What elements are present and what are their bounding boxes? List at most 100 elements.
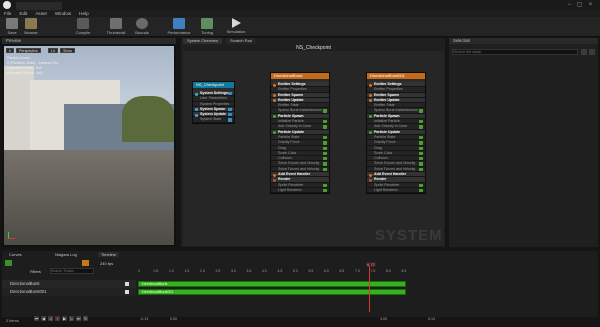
module-label: Light Renderer xyxy=(374,187,398,192)
module-enable-checkbox[interactable] xyxy=(419,141,423,145)
module-enable-checkbox[interactable] xyxy=(419,135,423,140)
time-tick-label: 7.5 xyxy=(370,269,376,273)
module-enable-checkbox[interactable] xyxy=(419,125,423,129)
compile-button[interactable]: Compile xyxy=(72,18,94,35)
tab-timeline[interactable]: Timeline xyxy=(98,252,119,257)
emitter-2-module-row[interactable]: Light Renderer xyxy=(367,187,425,194)
module-enable-checkbox[interactable] xyxy=(228,92,232,96)
thumbnail-button[interactable]: Thumbnail xyxy=(104,18,128,35)
module-label: Emitter State xyxy=(374,103,395,108)
show-button[interactable]: Show xyxy=(60,48,75,53)
items-count: 2 items xyxy=(6,318,19,323)
module-enable-checkbox[interactable] xyxy=(419,146,423,150)
module-enable-checkbox[interactable] xyxy=(323,135,327,140)
emitter-node-1[interactable]: DirectionalBurst Emitter Settings Emitter… xyxy=(270,72,330,195)
module-enable-checkbox[interactable] xyxy=(323,157,327,161)
range-end[interactable]: 5.13 xyxy=(428,317,435,321)
performance-button[interactable]: Performance xyxy=(166,18,192,35)
menu-file[interactable]: File xyxy=(0,11,15,16)
module-label: Solve Forces and Velocity xyxy=(278,161,320,166)
step-forward-icon[interactable]: ▷ xyxy=(69,316,74,321)
emitter-1-module-row[interactable]: Light Renderer xyxy=(271,187,329,194)
stack-search-input[interactable] xyxy=(452,49,578,55)
module-enable-checkbox[interactable] xyxy=(419,188,423,193)
close-button[interactable]: × xyxy=(587,2,594,8)
filters-button[interactable]: Filters xyxy=(30,269,41,274)
module-enable-checkbox[interactable] xyxy=(419,167,423,172)
module-enable-checkbox[interactable] xyxy=(323,167,327,172)
module-enable-checkbox[interactable] xyxy=(419,120,423,124)
system-module-row[interactable]: System State xyxy=(193,117,234,123)
system-node[interactable]: NS_Checkpoint System Settings User Parame… xyxy=(192,81,235,124)
range-in[interactable]: 0.00 xyxy=(170,317,177,321)
module-enable-checkbox[interactable] xyxy=(323,146,327,150)
module-enable-checkbox[interactable] xyxy=(419,183,423,187)
tab-niagara-log[interactable]: Niagara Log xyxy=(52,252,80,257)
menu-window[interactable]: Window xyxy=(51,11,75,16)
filter-icon[interactable] xyxy=(581,49,587,55)
module-enable-checkbox[interactable] xyxy=(323,125,327,129)
maximize-button[interactable]: ▢ xyxy=(576,2,583,8)
performance-label: Performance xyxy=(167,30,191,35)
module-enable-checkbox[interactable] xyxy=(228,107,232,112)
tab-system-overview[interactable]: System Overview xyxy=(183,38,223,44)
play-icon[interactable]: ▶ xyxy=(62,316,67,321)
menu-edit[interactable]: Edit xyxy=(15,11,31,16)
track-2-enable-checkbox[interactable] xyxy=(125,290,129,294)
simulation-button[interactable]: Simulation xyxy=(224,18,248,34)
range-out[interactable]: 4.00 xyxy=(380,317,387,321)
time-tick-label: 0 xyxy=(138,269,140,273)
preview-viewport[interactable]: ▾ Perspective Lit Show Particle Count 0 … xyxy=(4,46,174,245)
module-enable-checkbox[interactable] xyxy=(419,109,423,113)
track-1-enable-checkbox[interactable] xyxy=(125,282,129,286)
module-enable-checkbox[interactable] xyxy=(419,162,423,166)
skip-end-icon[interactable]: ⏭ xyxy=(76,316,81,321)
settings-icon[interactable] xyxy=(589,49,595,55)
module-enable-checkbox[interactable] xyxy=(323,151,327,156)
emitter-node-2[interactable]: DirectionalBurst001 Emitter Settings Emit… xyxy=(366,72,426,195)
browse-button[interactable]: Browse xyxy=(22,18,40,35)
skip-start-icon[interactable]: ⏮ xyxy=(34,316,39,321)
lit-button[interactable]: Lit xyxy=(48,48,58,53)
module-enable-checkbox[interactable] xyxy=(323,188,327,193)
tuning-button[interactable]: Tuning xyxy=(198,18,216,35)
track-bar-2[interactable]: DirectionalBurst001 xyxy=(138,289,406,295)
track-search-input[interactable] xyxy=(50,268,94,274)
bounds-button[interactable]: Bounds xyxy=(132,18,152,35)
loop-icon[interactable]: ↻ xyxy=(83,316,88,321)
minimize-button[interactable]: − xyxy=(566,2,573,8)
playhead-line[interactable] xyxy=(369,266,370,312)
module-enable-checkbox[interactable] xyxy=(323,109,327,113)
tab-scratch-pad[interactable]: Scratch Pad xyxy=(226,38,256,44)
module-enable-checkbox[interactable] xyxy=(323,162,327,166)
module-enable-checkbox[interactable] xyxy=(228,118,232,122)
menu-asset[interactable]: Asset xyxy=(31,11,51,16)
preview-tab[interactable]: Preview xyxy=(2,38,176,44)
module-enable-checkbox[interactable] xyxy=(323,120,327,124)
tab-curves[interactable]: Curves xyxy=(6,252,25,257)
graph-canvas[interactable]: NS_Checkpoint System Settings User Parame… xyxy=(183,51,444,246)
module-enable-checkbox[interactable] xyxy=(323,183,327,187)
module-label: Particle Update xyxy=(278,129,305,134)
module-label: Emitter Settings xyxy=(278,82,306,86)
step-back-icon[interactable]: ◀ xyxy=(41,316,46,321)
perspective-button[interactable]: Perspective xyxy=(16,48,41,53)
track-bar-1[interactable]: DirectionalBurst xyxy=(138,281,406,287)
menu-help[interactable]: Help xyxy=(75,11,92,16)
play-reverse-icon[interactable]: ◁ xyxy=(48,316,53,321)
module-label: Emitter Properties xyxy=(374,87,403,92)
module-enable-checkbox[interactable] xyxy=(419,151,423,156)
fps-dropdown[interactable]: 240 fps xyxy=(100,261,113,266)
key-icon[interactable] xyxy=(82,260,89,266)
asset-tab[interactable] xyxy=(16,2,62,10)
module-enable-checkbox[interactable] xyxy=(419,157,423,161)
selection-tab[interactable]: Selection xyxy=(449,38,598,44)
menu-bar: File Edit Asset Window Help xyxy=(0,10,600,17)
record-icon[interactable]: ● xyxy=(55,316,60,321)
viewport-menu-button[interactable]: ▾ xyxy=(6,48,14,53)
range-start[interactable]: -0.13 xyxy=(140,317,148,321)
add-track-button[interactable] xyxy=(5,260,12,266)
module-enable-checkbox[interactable] xyxy=(323,141,327,145)
save-button[interactable]: Save xyxy=(4,18,20,35)
module-enable-checkbox[interactable] xyxy=(228,113,232,117)
